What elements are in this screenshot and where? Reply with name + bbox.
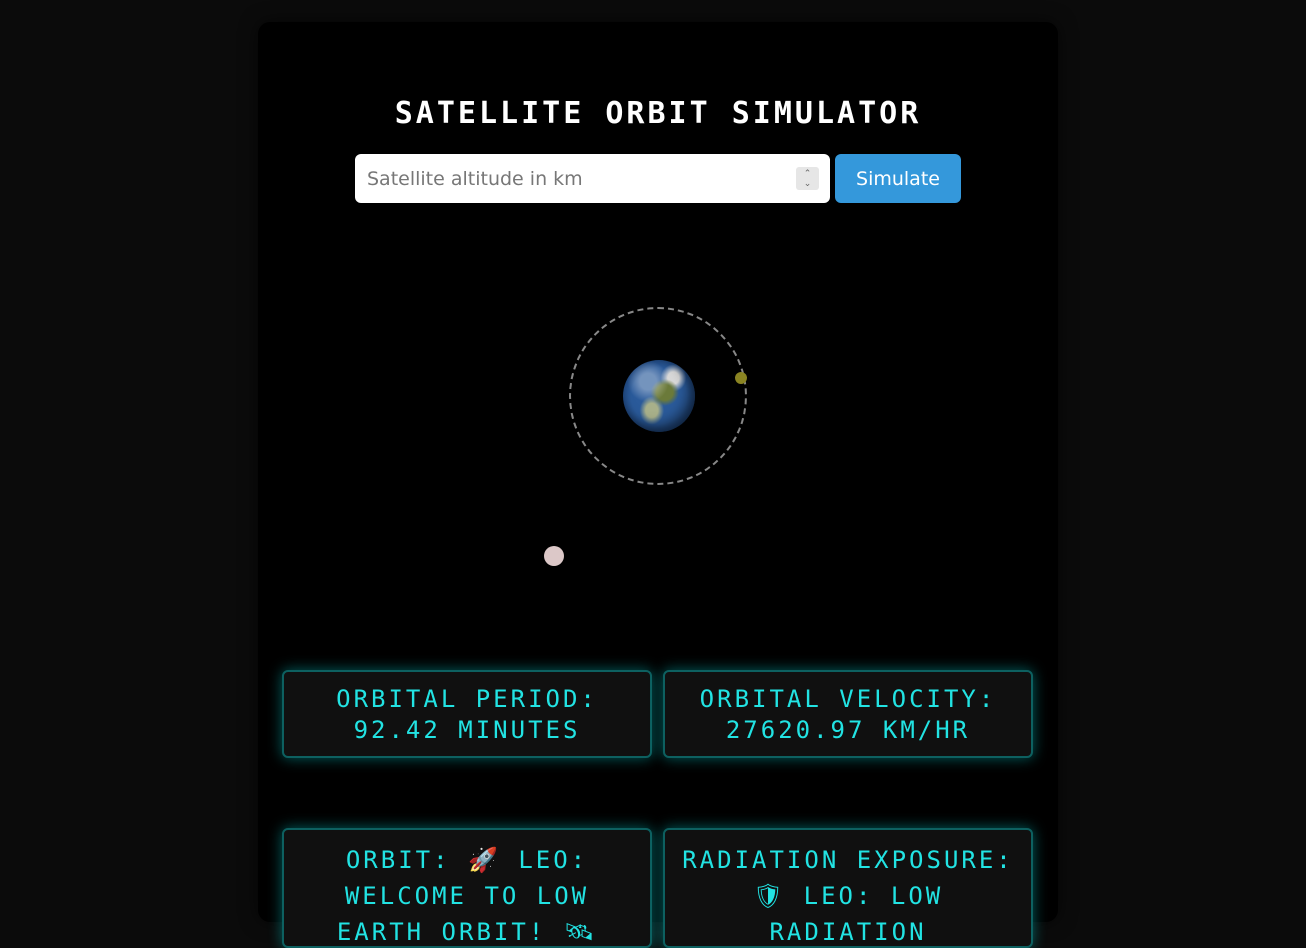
chevron-up-icon[interactable]: ⌃	[796, 169, 819, 179]
orbital-period-text: Orbital Period: 92.42 minutes	[336, 685, 598, 744]
chevron-down-icon[interactable]: ⌄	[796, 179, 819, 189]
radiation-text: Radiation Exposure: 🛡 LEO: Low radiation	[682, 846, 1014, 946]
orbit-type-text: Orbit: 🚀 LEO: Welcome to Low Earth Orbit…	[336, 846, 598, 946]
simulator-panel: Satellite Orbit Simulator ⌃ ⌄ Simulate O…	[258, 22, 1058, 948]
earth-icon	[623, 360, 695, 432]
orbital-velocity-text: Orbital Velocity: 27620.97 km/hr	[699, 685, 997, 744]
page-title: Satellite Orbit Simulator	[394, 96, 922, 131]
altitude-field[interactable]: ⌃ ⌄	[355, 154, 830, 203]
altitude-input[interactable]	[355, 154, 775, 203]
moon-icon	[544, 546, 564, 566]
number-spinner[interactable]: ⌃ ⌄	[796, 167, 819, 190]
satellite-icon	[735, 372, 747, 384]
simulate-button[interactable]: Simulate	[835, 154, 961, 203]
radiation-card: Radiation Exposure: 🛡 LEO: Low radiation	[663, 828, 1033, 948]
orbit-visualization	[258, 232, 1058, 662]
orbital-period-card: Orbital Period: 92.42 minutes	[282, 670, 652, 758]
orbital-velocity-card: Orbital Velocity: 27620.97 km/hr	[663, 670, 1033, 758]
orbit-type-card: Orbit: 🚀 LEO: Welcome to Low Earth Orbit…	[282, 828, 652, 948]
